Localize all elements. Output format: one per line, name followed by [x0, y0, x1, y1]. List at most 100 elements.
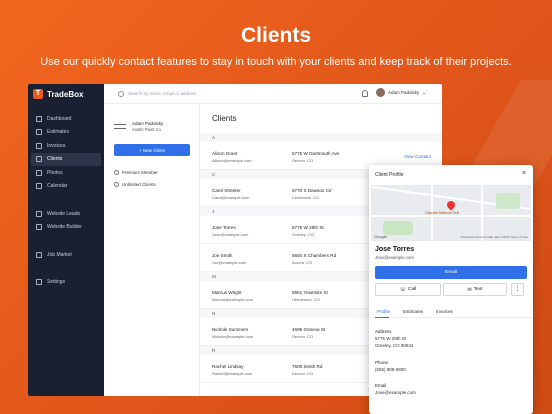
sidebar-item-website-leads[interactable]: Website Leads	[31, 207, 101, 221]
map-place-label: Chipotle Mexican Grill	[425, 211, 460, 215]
unlimited-label: Unlimited Clients	[122, 182, 156, 187]
topbar: Search by name, email or address Adam Pa…	[104, 84, 442, 104]
call-label: Call	[408, 287, 417, 292]
bell-icon[interactable]	[362, 90, 368, 97]
client-city: Centennial ,CO	[292, 195, 320, 200]
sidebar-item-label: Website Leads	[47, 210, 80, 217]
map-road	[371, 215, 531, 217]
client-name: Rachel Lindsay	[212, 364, 244, 369]
sidebar-item-label: Calendar	[47, 183, 68, 190]
new-client-button[interactable]: + New Client	[114, 144, 190, 156]
sidebar: T TradeBox Dashboard Estimates Invoices …	[28, 84, 104, 396]
client-email: Allison@example.com	[212, 158, 252, 163]
sidebar-item-label: Estimates	[47, 129, 69, 136]
email-button[interactable]: Email	[375, 266, 527, 279]
map-park	[383, 221, 413, 235]
divider	[28, 193, 104, 207]
map[interactable]: Chipotle Mexican Grill Google Keyboard s…	[371, 185, 531, 241]
sidebar-item-website-builder[interactable]: Website Builder	[31, 221, 101, 235]
client-name: Joe Smith	[212, 253, 233, 258]
call-button[interactable]: ☏ Call	[375, 283, 441, 296]
group-letter: A	[200, 133, 442, 142]
map-park	[496, 193, 520, 209]
client-email: Jose@example.com	[212, 232, 249, 237]
tab-estimates[interactable]: Estimates	[403, 309, 423, 314]
map-pin-icon	[445, 199, 457, 211]
client-email: Rachel@example.com	[212, 371, 253, 376]
document-icon	[36, 129, 42, 136]
tab-invoices[interactable]: Invoices	[436, 309, 453, 314]
client-name: Nichole Summers	[212, 327, 249, 332]
sidebar-item-estimates[interactable]: Estimates	[31, 126, 101, 140]
subheadline: Use our quickly contact features to stay…	[40, 56, 512, 68]
modal-title: Client Profile	[375, 172, 404, 178]
sidebar-item-label: Dashboard	[47, 115, 72, 122]
premium-label: Premium Member	[122, 170, 158, 175]
client-email: Carol@example.com	[212, 195, 250, 200]
sidebar-item-label: Website Builder	[47, 224, 82, 231]
user-menu[interactable]: Adam Padolsky ⌄	[376, 88, 426, 97]
client-address: 5650 S Chambers Rd	[292, 253, 337, 258]
search-input[interactable]: Search by name, email or address	[128, 91, 197, 96]
avatar	[376, 88, 385, 97]
sidebar-item-label: Photos	[47, 169, 63, 176]
client-address: 8951 Yosemite St	[292, 290, 328, 295]
client-address: 6770 S Dawson Cir	[292, 188, 332, 193]
client-name: Carol Streeter	[212, 188, 241, 193]
sidebar-item-calendar[interactable]: Calendar	[31, 180, 101, 194]
globe-icon	[36, 210, 42, 217]
email-value[interactable]: Jose@example.com	[375, 390, 416, 395]
text-button[interactable]: ✉ Text	[443, 283, 507, 296]
users-icon	[114, 182, 119, 187]
headline: Clients	[240, 24, 311, 47]
client-address: 7600 Smith Rd	[292, 364, 323, 369]
address-line1: 5775 W 29th St	[375, 336, 407, 341]
company-panel: Adam Padolsky Austin Paint Co + New Clie…	[104, 104, 200, 396]
client-name: Jose Torres	[212, 225, 236, 230]
user-name: Adam Padolsky	[388, 90, 420, 95]
sidebar-item-label: Clients	[47, 156, 63, 163]
gear-icon	[36, 279, 42, 286]
client-address: 5775 W Dartmouth Ave	[292, 151, 340, 156]
sidebar-item-label: Job Market	[47, 251, 72, 258]
chevron-down-icon: ⌄	[422, 89, 427, 95]
image-icon	[36, 169, 42, 176]
client-email: Joe@example.com	[212, 260, 247, 265]
client-address: 5775 W 29th St	[292, 225, 324, 230]
sidebar-item-job-market[interactable]: Job Market	[31, 248, 101, 262]
map-attribution: Keyboard shortcuts Map data ©2022 Terms …	[460, 235, 528, 239]
phone-label: Phone	[375, 360, 389, 365]
phone-icon: ☏	[399, 286, 406, 293]
address-label: Address	[375, 329, 392, 334]
company-owner: Adam Padolsky	[132, 121, 164, 126]
profile-email: Jose@example.com	[375, 255, 414, 260]
users-icon	[36, 156, 42, 163]
view-contact-link[interactable]: View Contact	[404, 154, 431, 159]
divider	[28, 262, 104, 276]
sidebar-item-settings[interactable]: Settings	[31, 276, 101, 290]
megaphone-icon	[36, 251, 42, 258]
close-icon[interactable]: ×	[522, 170, 526, 177]
page-title: Clients	[212, 114, 237, 123]
phone-value[interactable]: (555) 808-0800	[375, 367, 406, 372]
calendar-icon	[36, 183, 42, 190]
sidebar-item-clients[interactable]: Clients	[31, 152, 101, 166]
client-city: Denver ,CO	[292, 334, 314, 339]
invoice-icon	[36, 142, 42, 149]
client-city: Henderson ,CO	[292, 297, 320, 302]
client-profile-modal: Client Profile × Chipotle Mexican Grill …	[369, 165, 533, 414]
brand[interactable]: T TradeBox	[28, 84, 104, 104]
more-options-icon[interactable]: ⋮	[511, 283, 524, 296]
sidebar-item-invoices[interactable]: Invoices	[31, 139, 101, 153]
client-email: Marcus@example.com	[212, 297, 253, 302]
sidebar-item-dashboard[interactable]: Dashboard	[31, 112, 101, 126]
sidebar-item-photos[interactable]: Photos	[31, 166, 101, 180]
nav-main: Dashboard Estimates Invoices Clients Pho…	[28, 112, 104, 289]
divider	[28, 234, 104, 248]
tab-profile[interactable]: Profile	[377, 309, 390, 314]
company-name: Austin Paint Co	[132, 127, 161, 132]
premium-member: Premium Member	[114, 170, 158, 175]
text-label: Text	[473, 287, 483, 292]
sidebar-item-label: Invoices	[47, 142, 66, 149]
brand-name: TradeBox	[47, 89, 84, 99]
